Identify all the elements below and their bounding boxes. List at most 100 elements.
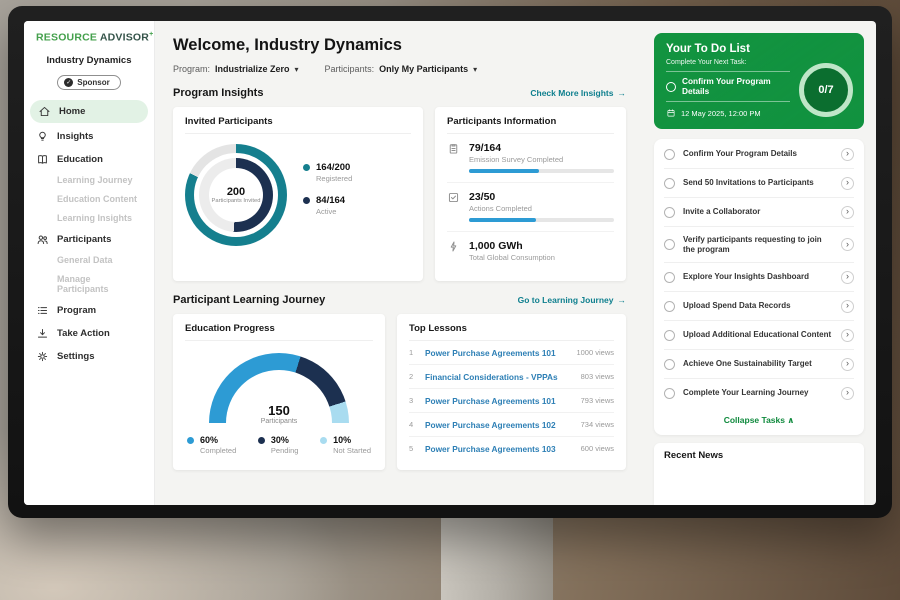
top-lessons-card: Top Lessons 1 Power Purchase Agreements …	[397, 314, 626, 470]
task-row[interactable]: Upload Spend Data Records ›	[664, 292, 854, 321]
home-icon	[38, 105, 51, 118]
recent-news-title: Recent News	[664, 450, 854, 461]
legend-item-registered: 164/200 Registered	[303, 162, 352, 183]
card-title: Top Lessons	[409, 323, 614, 341]
legend-dot	[187, 437, 194, 444]
recent-news-card: Recent News	[654, 443, 864, 505]
chevron-right-icon[interactable]: ›	[841, 387, 854, 400]
learning-journey-cards: Education Progress 150 Participants 60% …	[173, 314, 626, 470]
sponsor-badge-icon: ✓	[64, 78, 73, 87]
page-title: Welcome, Industry Dynamics	[173, 36, 626, 55]
sidebar-nav: Home Insights Education Learning Journey…	[24, 100, 154, 368]
chevron-down-icon: ▾	[295, 65, 299, 74]
task-row[interactable]: Explore Your Insights Dashboard ›	[664, 263, 854, 292]
lesson-views: 803 views	[581, 372, 614, 381]
task-label: Upload Additional Educational Content	[683, 330, 833, 340]
sidebar-item-education[interactable]: Education	[24, 148, 154, 171]
chevron-right-icon[interactable]: ›	[841, 177, 854, 190]
lesson-link[interactable]: Power Purchase Agreements 103	[425, 444, 573, 454]
todo-summary-card: Your To Do List Complete Your Next Task:…	[654, 33, 864, 129]
lesson-link[interactable]: Power Purchase Agreements 101	[425, 396, 573, 406]
arrow-right-icon: →	[618, 295, 627, 305]
lesson-rank: 2	[409, 372, 417, 381]
todo-progress-value: 0/7	[818, 84, 833, 96]
lesson-link[interactable]: Power Purchase Agreements 102	[425, 420, 573, 430]
task-checkbox[interactable]	[664, 149, 675, 160]
sponsor-badge: ✓ Sponsor	[57, 75, 120, 90]
download-action-icon	[36, 327, 49, 340]
task-row[interactable]: Invite a Collaborator ›	[664, 198, 854, 227]
sidebar-item-home[interactable]: Home	[30, 100, 148, 123]
collapse-tasks-button[interactable]: Collapse Tasks ∧	[664, 407, 854, 433]
task-row[interactable]: Confirm Your Program Details ›	[664, 140, 854, 169]
sidebar-item-learning-insights[interactable]: Learning Insights	[24, 209, 154, 228]
sidebar-item-general-data[interactable]: General Data	[24, 251, 154, 270]
participants-filter-label: Participants:	[325, 64, 375, 74]
chevron-right-icon[interactable]: ›	[841, 358, 854, 371]
info-row-actions: 23/50 Actions Completed	[447, 183, 614, 232]
chevron-right-icon[interactable]: ›	[841, 300, 854, 313]
task-checkbox[interactable]	[664, 301, 675, 312]
legend-dot	[303, 197, 310, 204]
participants-filter[interactable]: Participants: Only My Participants ▾	[325, 64, 478, 74]
todo-progress-ring: 0/7	[799, 63, 853, 117]
info-row-consumption: 1,000 GWh Total Global Consumption	[447, 232, 614, 271]
program-filter-value: Industrialize Zero	[215, 64, 290, 74]
task-row[interactable]: Send 50 Invitations to Participants ›	[664, 169, 854, 198]
check-more-insights-link[interactable]: Check More Insights →	[530, 88, 626, 98]
chevron-down-icon: ▾	[473, 65, 477, 74]
sidebar-item-take-action[interactable]: Take Action	[24, 322, 154, 345]
task-checkbox[interactable]	[664, 178, 675, 189]
info-value: 1,000 GWh	[469, 240, 614, 252]
gauge-center-value: 150	[209, 403, 349, 418]
todo-title: Your To Do List	[666, 43, 852, 55]
collapse-caret-icon: ∧	[787, 415, 794, 425]
next-task-row[interactable]: Confirm Your Program Details	[666, 71, 790, 102]
task-row[interactable]: Verify participants requesting to join t…	[664, 227, 854, 263]
chevron-right-icon[interactable]: ›	[841, 206, 854, 219]
sidebar-item-program[interactable]: Program	[24, 299, 154, 322]
chevron-right-icon[interactable]: ›	[841, 238, 854, 251]
sidebar-item-label: Participants	[57, 234, 111, 245]
link-label: Go to Learning Journey	[518, 295, 614, 305]
task-checkbox[interactable]	[664, 207, 675, 218]
task-row[interactable]: Upload Additional Educational Content ›	[664, 321, 854, 350]
chevron-right-icon[interactable]: ›	[841, 271, 854, 284]
lesson-row: 5 Power Purchase Agreements 103 600 view…	[409, 437, 614, 460]
program-filter[interactable]: Program: Industrialize Zero ▾	[173, 64, 299, 74]
lesson-link[interactable]: Financial Considerations - VPPAs	[425, 372, 573, 382]
info-value: 23/50	[469, 191, 614, 203]
legend-value: 30%	[271, 435, 289, 445]
logo-text-secondary: ADVISOR	[100, 32, 149, 44]
lesson-link[interactable]: Power Purchase Agreements 101	[425, 348, 568, 358]
sidebar-item-manage-participants[interactable]: Manage Participants	[24, 270, 154, 299]
task-checkbox[interactable]	[664, 239, 675, 250]
link-label: Check More Insights	[530, 88, 613, 98]
sidebar-item-insights[interactable]: Insights	[24, 125, 154, 148]
chevron-right-icon[interactable]: ›	[841, 148, 854, 161]
task-label: Upload Spend Data Records	[683, 301, 833, 311]
chevron-right-icon[interactable]: ›	[841, 329, 854, 342]
task-checkbox[interactable]	[664, 330, 675, 341]
sponsor-badge-label: Sponsor	[77, 78, 109, 87]
sidebar-item-participants[interactable]: Participants	[24, 228, 154, 251]
go-to-learning-journey-link[interactable]: Go to Learning Journey →	[518, 295, 626, 305]
participants-information-card: Participants Information 79/164 Emission…	[435, 107, 626, 281]
task-checkbox[interactable]	[666, 82, 676, 92]
donut-center-label: Participants Invited	[212, 198, 261, 205]
card-title: Education Progress	[185, 323, 373, 341]
invited-participants-card: Invited Participants 200 Participants In…	[173, 107, 423, 281]
lightbulb-icon	[36, 130, 49, 143]
next-task-label: Confirm Your Program Details	[682, 77, 790, 96]
section-title: Participant Learning Journey	[173, 294, 325, 306]
task-row[interactable]: Achieve One Sustainability Target ›	[664, 350, 854, 379]
task-checkbox[interactable]	[664, 272, 675, 283]
task-checkbox[interactable]	[664, 388, 675, 399]
sidebar-item-education-content[interactable]: Education Content	[24, 190, 154, 209]
gear-icon	[36, 350, 49, 363]
task-checkbox[interactable]	[664, 359, 675, 370]
gauge-legend: 60% Completed 30% Pending 10% Not Starte…	[185, 435, 373, 455]
sidebar-item-learning-journey[interactable]: Learning Journey	[24, 171, 154, 190]
sidebar-item-settings[interactable]: Settings	[24, 345, 154, 368]
task-row[interactable]: Complete Your Learning Journey ›	[664, 379, 854, 407]
